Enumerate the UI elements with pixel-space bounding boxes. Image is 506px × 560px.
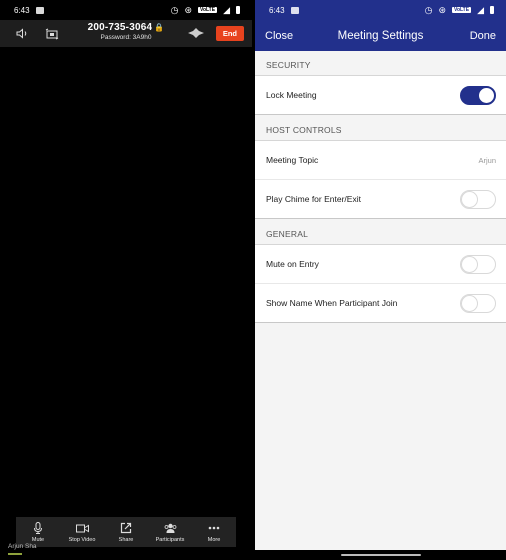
hotspot-icon: ⊛ bbox=[184, 4, 192, 15]
setting-row-meeting-topic[interactable]: Meeting Topic Arjun bbox=[255, 141, 506, 180]
lock-icon: 🔒 bbox=[154, 23, 165, 32]
volte-badge: VoLTE bbox=[197, 7, 218, 13]
signal-icon: ◢ bbox=[223, 4, 230, 15]
audio-level-bar bbox=[8, 553, 22, 555]
meeting-top-bar: 200-735-3064 🔒 Password: 3A9h0 End bbox=[0, 20, 252, 47]
speaker-icon[interactable] bbox=[14, 26, 30, 42]
meeting-info: 200-735-3064 🔒 Password: 3A9h0 bbox=[88, 22, 165, 41]
meeting-password: Password: 3A9h0 bbox=[100, 34, 152, 41]
done-button[interactable]: Done bbox=[470, 30, 496, 42]
alarm-icon: ◷ bbox=[170, 4, 179, 15]
more-icon bbox=[208, 522, 220, 535]
toggle-knob bbox=[461, 190, 478, 208]
hotspot-icon: ⊛ bbox=[438, 4, 446, 15]
end-meeting-button[interactable]: End bbox=[215, 26, 244, 41]
alarm-icon: ◷ bbox=[424, 4, 433, 15]
audio-wave-icon bbox=[187, 25, 204, 43]
switch-camera-icon[interactable] bbox=[44, 26, 60, 42]
notification-icon bbox=[290, 6, 299, 14]
section-header-host-controls: HOST CONTROLS bbox=[255, 115, 506, 141]
meeting-toolbar: Mute Stop Video Share Participants More bbox=[16, 517, 236, 547]
battery-icon bbox=[490, 6, 494, 14]
volte-badge: VoLTE bbox=[451, 7, 472, 13]
stop-video-button[interactable]: Stop Video bbox=[62, 522, 102, 543]
setting-label: Meeting Topic bbox=[266, 155, 319, 165]
lock-meeting-toggle[interactable] bbox=[460, 85, 496, 105]
setting-row-mute-on-entry: Mute on Entry bbox=[255, 245, 506, 284]
battery-icon bbox=[236, 6, 240, 14]
status-bar: 6:43 ◷ ⊛ VoLTE ◢ bbox=[255, 0, 506, 20]
system-nav-bar bbox=[255, 550, 506, 560]
toggle-knob bbox=[461, 294, 478, 312]
home-gesture-pill[interactable] bbox=[341, 554, 421, 556]
video-camera-icon bbox=[75, 522, 89, 535]
meeting-screen: 6:43 ◷ ⊛ VoLTE ◢ 200-735-3064 🔒 Password… bbox=[0, 0, 252, 560]
share-button[interactable]: Share bbox=[106, 522, 146, 543]
setting-label: Mute on Entry bbox=[266, 259, 319, 269]
setting-label: Play Chime for Enter/Exit bbox=[266, 194, 361, 204]
meeting-topic-value: Arjun bbox=[478, 155, 496, 165]
setting-row-lock-meeting: Lock Meeting bbox=[255, 76, 506, 115]
screen: 6:43 ◷ ⊛ VoLTE ◢ 200-735-3064 🔒 Password… bbox=[0, 0, 506, 560]
play-chime-toggle[interactable] bbox=[460, 189, 496, 209]
setting-row-show-name: Show Name When Participant Join bbox=[255, 284, 506, 323]
setting-label: Show Name When Participant Join bbox=[266, 298, 398, 308]
show-name-toggle[interactable] bbox=[460, 293, 496, 313]
page-title: Meeting Settings bbox=[337, 29, 424, 42]
microphone-icon bbox=[33, 522, 43, 535]
notification-icon bbox=[35, 6, 44, 14]
section-header-security: SECURITY bbox=[255, 51, 506, 76]
status-bar: 6:43 ◷ ⊛ VoLTE ◢ bbox=[0, 0, 252, 20]
participant-name-tag: Arjun Sha bbox=[8, 543, 37, 550]
meeting-id: 200-735-3064 bbox=[87, 22, 153, 33]
setting-row-play-chime: Play Chime for Enter/Exit bbox=[255, 180, 506, 219]
close-button[interactable]: Close bbox=[265, 30, 293, 42]
more-button[interactable]: More bbox=[194, 522, 234, 543]
participants-icon bbox=[164, 522, 177, 535]
toggle-knob bbox=[461, 255, 478, 273]
participants-button[interactable]: Participants bbox=[150, 522, 190, 543]
share-icon bbox=[120, 522, 132, 535]
status-time: 6:43 bbox=[14, 5, 30, 15]
mute-on-entry-toggle[interactable] bbox=[460, 254, 496, 274]
mute-button[interactable]: Mute bbox=[18, 522, 58, 543]
status-time: 6:43 bbox=[269, 5, 285, 15]
meeting-settings-screen: 6:43 ◷ ⊛ VoLTE ◢ Close Meeting Settings … bbox=[255, 0, 506, 560]
settings-nav-bar: Close Meeting Settings Done bbox=[255, 20, 506, 51]
signal-icon: ◢ bbox=[477, 4, 484, 15]
toggle-knob bbox=[478, 86, 495, 104]
setting-label: Lock Meeting bbox=[266, 90, 317, 100]
section-header-general: GENERAL bbox=[255, 219, 506, 245]
